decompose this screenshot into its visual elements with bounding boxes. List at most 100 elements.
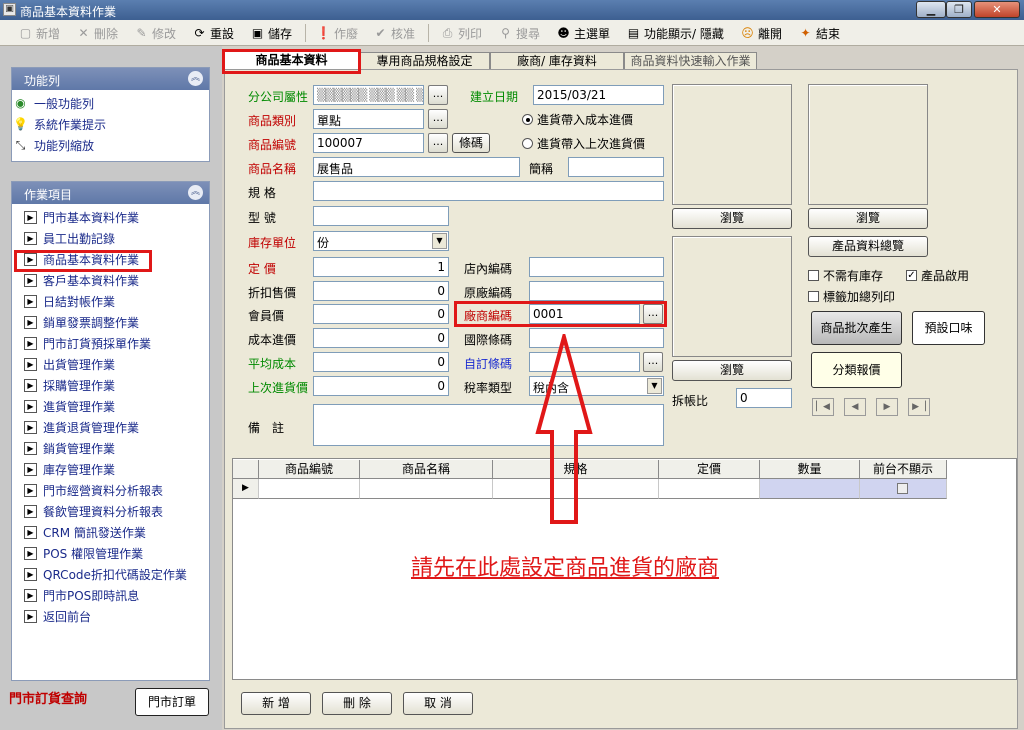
grid-header-hide[interactable]: 前台不顯示 [860, 460, 947, 479]
spec-field[interactable] [313, 181, 664, 201]
sidebar-item-1[interactable]: ▶ 員工出勤記錄 [24, 228, 115, 248]
add-button[interactable]: 新 增 [241, 692, 311, 715]
sidebar-item-6[interactable]: ▶ 門市訂貨預採單作業 [24, 333, 151, 353]
batch-generate-button[interactable]: 商品批次產生 [811, 311, 902, 345]
sidebar-item-5[interactable]: ▶ 銷單發票調整作業 [24, 312, 139, 332]
dropdown-arrow-icon[interactable]: ▼ [432, 233, 447, 249]
store-order-button[interactable]: 門市訂單 [135, 688, 209, 716]
tab-quick-input[interactable]: 商品資料快速輸入作業 [624, 52, 757, 69]
sidebar-item-11[interactable]: ▶ 銷貨管理作業 [24, 438, 115, 458]
restore-button[interactable]: ❐ [946, 1, 972, 18]
sidebar-item-7[interactable]: ▶ 出貨管理作業 [24, 354, 115, 374]
sidebar-item-16[interactable]: ▶ POS 權限管理作業 [24, 543, 143, 563]
func-item-general[interactable]: ◉ 一般功能列 [13, 93, 94, 113]
barcode-button[interactable]: 條碼 [452, 133, 490, 153]
sidebar-item-12[interactable]: ▶ 庫存管理作業 [24, 459, 115, 479]
last-record-icon[interactable]: ▶▕ [908, 398, 930, 416]
price-field[interactable]: 1 [313, 257, 449, 277]
grid-cell[interactable] [360, 479, 493, 499]
grid-header-code[interactable]: 商品編號 [259, 460, 360, 479]
dropdown-arrow-icon[interactable]: ▼ [647, 378, 662, 394]
browse-button-3[interactable]: 瀏覽 [672, 360, 792, 381]
browse-button-2[interactable]: 瀏覽 [808, 208, 928, 229]
close-button[interactable]: ✕ [974, 1, 1020, 18]
tab-product-spec[interactable]: 專用商品規格設定 [359, 52, 490, 69]
note-field[interactable] [313, 404, 664, 446]
reset-button[interactable]: ⟳ 重設 [192, 24, 234, 42]
sidebar-item-15[interactable]: ▶ CRM 簡訊發送作業 [24, 522, 146, 542]
last-price-field[interactable]: 0 [313, 376, 449, 396]
grid-header-qty[interactable]: 數量 [760, 460, 860, 479]
approve-button[interactable]: ✔ 核准 [373, 24, 415, 42]
collapse-icon[interactable]: ︽ [188, 71, 203, 86]
toggle-func-button[interactable]: ▤ 功能顯示/ 隱藏 [626, 24, 724, 42]
func-item-resize[interactable]: ⤡ 功能列縮放 [13, 135, 94, 155]
avg-cost-field[interactable]: 0 [313, 352, 449, 372]
radio-cost-price[interactable]: 進貨帶入成本進價 [522, 111, 633, 128]
store-code-field[interactable] [529, 257, 664, 277]
edit-button[interactable]: ✎ 修改 [134, 24, 176, 42]
sidebar-item-0[interactable]: ▶ 門市基本資料作業 [24, 207, 139, 227]
created-date-field[interactable]: 2015/03/21 [533, 85, 664, 105]
unit-select[interactable]: 份 [313, 231, 449, 251]
model-field[interactable] [313, 206, 449, 226]
cost-field[interactable]: 0 [313, 328, 449, 348]
orig-code-field[interactable] [529, 281, 664, 301]
delete-button[interactable]: ✕ 刪除 [76, 24, 118, 42]
split-ratio-field[interactable]: 0 [736, 388, 792, 408]
sidebar-item-10[interactable]: ▶ 進貨退貨管理作業 [24, 417, 139, 437]
grid-header-name[interactable]: 商品名稱 [360, 460, 493, 479]
cancel-button[interactable]: 取 消 [403, 692, 473, 715]
grid-cell[interactable] [760, 479, 860, 499]
sidebar-item-9[interactable]: ▶ 進貨管理作業 [24, 396, 115, 416]
checkbox-icon[interactable] [897, 483, 908, 494]
sidebar-item-8[interactable]: ▶ 採購管理作業 [24, 375, 115, 395]
save-button[interactable]: ▣ 儲存 [250, 24, 292, 42]
sidebar-item-19[interactable]: ▶ 返回前台 [24, 606, 91, 626]
minimize-button[interactable]: ▁ [916, 1, 946, 18]
collapse-icon[interactable]: ︽ [188, 185, 203, 200]
next-record-icon[interactable]: ▶ [876, 398, 898, 416]
main-menu-button[interactable]: ☻ 主選單 [556, 24, 610, 42]
grid-cell[interactable] [659, 479, 760, 499]
product-enabled-checkbox[interactable]: ✓ 產品啟用 [906, 267, 969, 284]
prev-record-icon[interactable]: ◀ [844, 398, 866, 416]
sidebar-item-3[interactable]: ▶ 客戶基本資料作業 [24, 270, 139, 290]
sidebar-item-13[interactable]: ▶ 門市經營資料分析報表 [24, 480, 163, 500]
custom-barcode-lookup-button[interactable]: ... [643, 352, 663, 372]
print-button[interactable]: ⎙ 列印 [440, 24, 482, 42]
first-record-icon[interactable]: ▏◀ [812, 398, 834, 416]
browse-button-1[interactable]: 瀏覽 [672, 208, 792, 229]
new-button[interactable]: ▢ 新增 [18, 24, 60, 42]
code-field[interactable]: 100007 [313, 133, 424, 153]
discount-field[interactable]: 0 [313, 281, 449, 301]
grid-cell[interactable] [860, 479, 947, 499]
grid-cell[interactable] [259, 479, 360, 499]
radio-last-price[interactable]: 進貨帶入上次進貨價 [522, 135, 645, 152]
default-flavor-button[interactable]: 預設口味 [912, 311, 985, 345]
leave-button[interactable]: ☹ 離開 [740, 24, 782, 42]
void-button[interactable]: ❗ 作廢 [316, 24, 358, 42]
sidebar-item-14[interactable]: ▶ 餐飲管理資料分析報表 [24, 501, 163, 521]
no-stock-checkbox[interactable]: 不需有庫存 [808, 267, 883, 284]
branch-field[interactable]: ▒▒▒▒▒▒ ▒▒▒ ▒▒ ▒. [313, 85, 424, 105]
name-field[interactable]: 展售品 [313, 157, 520, 177]
label-print-checkbox[interactable]: 標籤加總列印 [808, 288, 895, 305]
sidebar-item-18[interactable]: ▶ 門市POS即時訊息 [24, 585, 139, 605]
category-field[interactable]: 單點 [313, 109, 424, 129]
product-overview-button[interactable]: 產品資料總覽 [808, 236, 928, 257]
category-lookup-button[interactable]: ... [428, 109, 448, 129]
class-price-button[interactable]: 分類報價 [811, 352, 902, 388]
search-button[interactable]: ⚲ 搜尋 [498, 24, 540, 42]
code-lookup-button[interactable]: ... [428, 133, 448, 153]
member-price-field[interactable]: 0 [313, 304, 449, 324]
remove-button[interactable]: 刪 除 [322, 692, 392, 715]
sidebar-item-4[interactable]: ▶ 日結對帳作業 [24, 291, 115, 311]
branch-lookup-button[interactable]: ... [428, 85, 448, 105]
grid-header-price[interactable]: 定價 [659, 460, 760, 479]
tab-vendor-stock[interactable]: 廠商/ 庫存資料 [490, 52, 624, 69]
short-name-field[interactable] [568, 157, 664, 177]
sidebar-item-17[interactable]: ▶ QRCode折扣代碼設定作業 [24, 564, 187, 584]
exit-button[interactable]: ✦ 結束 [798, 24, 840, 42]
func-item-hints[interactable]: 💡 系統作業提示 [13, 114, 106, 134]
